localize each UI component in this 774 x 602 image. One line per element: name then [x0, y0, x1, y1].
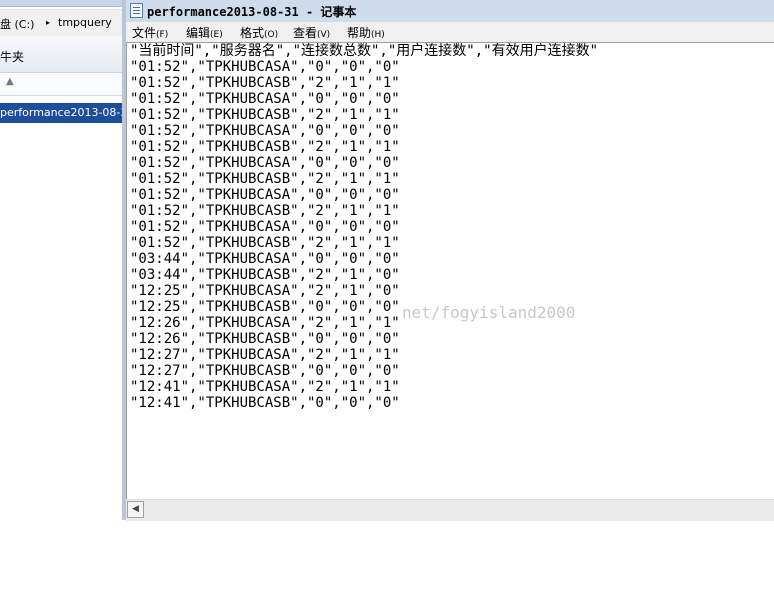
- text-line[interactable]: "03:44","TPKHUBCASB","2","1","0": [130, 267, 598, 283]
- horizontal-scrollbar[interactable]: ◀: [126, 499, 774, 521]
- text-line[interactable]: "01:52","TPKHUBCASA","0","0","0": [130, 155, 598, 171]
- text-line[interactable]: "01:52","TPKHUBCASA","0","0","0": [130, 123, 598, 139]
- menu-bar: 文件(F) 编辑(E) 格式(O) 查看(V) 帮助(H): [126, 22, 774, 42]
- text-line[interactable]: "01:52","TPKHUBCASB","2","1","1": [130, 171, 598, 187]
- column-header[interactable]: ▲: [0, 73, 124, 96]
- menu-file[interactable]: 文件(F): [132, 24, 168, 41]
- scroll-left-arrow-icon[interactable]: ◀: [127, 501, 144, 518]
- address-folder[interactable]: tmpquery: [58, 16, 112, 29]
- text-line-header[interactable]: "当前时间","服务器名","连接数总数","用户连接数","有效用户连接数": [130, 43, 598, 59]
- menu-edit[interactable]: 编辑(E): [186, 24, 223, 41]
- text-line[interactable]: "01:52","TPKHUBCASA","0","0","0": [130, 187, 598, 203]
- notepad-window: performance2013-08-31 - 记事本 文件(F) 编辑(E) …: [122, 0, 774, 521]
- text-line[interactable]: "12:27","TPKHUBCASB","0","0","0": [130, 363, 598, 379]
- explorer-window: 盘 (C:) ▸ tmpquery 牛夹 ▲ performance2013-0…: [0, 0, 134, 602]
- text-line[interactable]: "12:41","TPKHUBCASB","0","0","0": [130, 395, 598, 411]
- notepad-icon: [130, 3, 143, 18]
- file-name: performance2013-08-31: [0, 106, 135, 119]
- text-line[interactable]: "01:52","TPKHUBCASB","2","1","1": [130, 235, 598, 251]
- menu-help[interactable]: 帮助(H): [347, 24, 385, 41]
- text-line[interactable]: "12:26","TPKHUBCASB","0","0","0": [130, 331, 598, 347]
- new-folder-button[interactable]: 牛夹: [0, 48, 24, 65]
- text-line[interactable]: "01:52","TPKHUBCASB","2","1","1": [130, 75, 598, 91]
- text-content[interactable]: "当前时间","服务器名","连接数总数","用户连接数","有效用户连接数" "…: [130, 43, 598, 411]
- window-title: performance2013-08-31 - 记事本: [147, 5, 357, 19]
- text-line[interactable]: "01:52","TPKHUBCASB","2","1","1": [130, 139, 598, 155]
- text-line[interactable]: "03:44","TPKHUBCASA","0","0","0": [130, 251, 598, 267]
- text-line[interactable]: "01:52","TPKHUBCASB","2","1","1": [130, 203, 598, 219]
- text-line[interactable]: "01:52","TPKHUBCASB","2","1","1": [130, 107, 598, 123]
- text-line[interactable]: "12:25","TPKHUBCASA","2","1","0": [130, 283, 598, 299]
- text-line[interactable]: "12:26","TPKHUBCASA","2","1","1": [130, 315, 598, 331]
- menu-format[interactable]: 格式(O): [240, 24, 278, 41]
- menu-view[interactable]: 查看(V): [293, 24, 330, 41]
- command-bar: 牛夹: [0, 36, 124, 73]
- text-line[interactable]: "12:27","TPKHUBCASA","2","1","1": [130, 347, 598, 363]
- text-line[interactable]: "12:41","TPKHUBCASA","2","1","1": [130, 379, 598, 395]
- title-bar[interactable]: performance2013-08-31 - 记事本: [126, 0, 774, 23]
- text-line[interactable]: "12:25","TPKHUBCASB","0","0","0": [130, 299, 598, 315]
- file-list-item-selected[interactable]: performance2013-08-31: [0, 103, 134, 123]
- up-triangle-icon[interactable]: ▲: [6, 76, 14, 87]
- text-line[interactable]: "01:52","TPKHUBCASA","0","0","0": [130, 219, 598, 235]
- text-line[interactable]: "01:52","TPKHUBCASA","0","0","0": [130, 59, 598, 75]
- address-bar[interactable]: 盘 (C:) ▸ tmpquery: [0, 9, 124, 37]
- breadcrumb-arrow-icon[interactable]: ▸: [46, 18, 50, 27]
- address-drive[interactable]: 盘 (C:): [0, 16, 34, 32]
- text-editor[interactable]: "当前时间","服务器名","连接数总数","用户连接数","有效用户连接数" "…: [126, 42, 774, 499]
- text-line[interactable]: "01:52","TPKHUBCASA","0","0","0": [130, 91, 598, 107]
- explorer-title-strip: [0, 0, 124, 7]
